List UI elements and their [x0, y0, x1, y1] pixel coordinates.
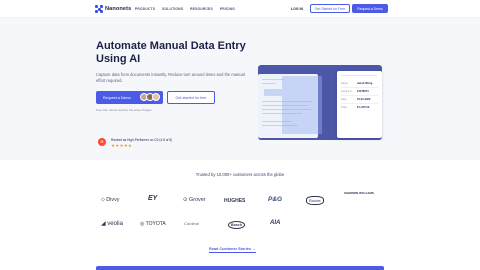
nav-links: PRODUCTS SOLUTIONS RESOURCES PRICING: [135, 7, 235, 11]
ey-logo: EY: [148, 195, 158, 202]
nav-link-pricing[interactable]: PRICING: [220, 7, 235, 11]
field-key: Total: [341, 106, 347, 109]
hero-title: Automate Manual Data Entry Using AI: [96, 40, 246, 65]
g2-badge-icon: G: [98, 138, 106, 146]
brand-logo[interactable]: Nanonets: [95, 5, 131, 13]
g2-rank-text: Ranked as High-Performer on G2 (4.8 of 5…: [111, 138, 173, 142]
g2-badge-letter: G: [100, 140, 104, 144]
divvy-logo: ⬦ Divvy: [101, 197, 120, 203]
hero-section: Automate Manual Data Entry Using AI Capt…: [0, 18, 480, 160]
nav-link-resources[interactable]: RESOURCES: [190, 7, 213, 11]
field-key: Invoice #: [341, 90, 352, 93]
avatar: [152, 93, 160, 101]
cardinal-logo: Cardinal: [184, 221, 199, 226]
hero-request-demo-label: Request a Demo: [103, 95, 131, 100]
grover-logo: ⊙ Grover: [183, 197, 206, 203]
nav-request-demo-button[interactable]: Request a Demo: [352, 4, 388, 13]
field-key: Date: [341, 98, 347, 101]
roche-logo: Roche: [306, 196, 324, 205]
nav-get-started-button[interactable]: Get Started for Free: [310, 4, 350, 13]
nav-link-solutions[interactable]: SOLUTIONS: [162, 7, 183, 11]
top-navbar: Nanonets PRODUCTS SOLUTIONS RESOURCES PR…: [0, 0, 480, 18]
nanonets-logo-icon: [95, 5, 103, 13]
scan-overlay: [282, 76, 322, 134]
field-value: Jacob Wong: [357, 82, 373, 85]
veolia-logo: ◢ veolia: [101, 221, 123, 227]
rating-stars-icon: ★★★★★: [111, 143, 133, 148]
field-value: 12478974: [357, 90, 369, 93]
field-value: 01-01-2020: [357, 98, 371, 101]
bosch-logo: Bosch: [228, 221, 245, 229]
toyota-logo: ◎ TOYOTA: [140, 221, 166, 227]
hughes-logo: HUGHES: [224, 198, 246, 204]
pg-logo: P&G: [268, 196, 283, 203]
trusted-heading: Trusted by 10,000+ customers across the …: [195, 172, 285, 177]
hero-subtitle: Capture data from documents instantly. R…: [96, 72, 245, 83]
field-key: Name: [341, 82, 348, 85]
hero-get-started-button[interactable]: Get started for free: [167, 91, 215, 104]
free-trial-note: Free trial. Cancel anytime. No setup cha…: [96, 108, 153, 112]
hero-request-demo-button[interactable]: Request a Demo: [96, 91, 163, 104]
sherwin-williams-logo: SHERWIN WILLIAMS: [344, 191, 374, 195]
field-value: $ 1,245.00: [357, 106, 370, 109]
next-section-band: [96, 266, 384, 270]
brand-name: Nanonets: [105, 6, 132, 12]
aia-logo: AIA: [270, 220, 281, 226]
login-link[interactable]: LOG IN: [291, 7, 303, 11]
sales-team-avatars: [140, 93, 160, 101]
read-customer-stories-link[interactable]: Read Customer Stories →: [209, 247, 256, 252]
extracted-data-card: Name Jacob Wong Invoice # 12478974 Date …: [337, 71, 382, 138]
nav-link-products[interactable]: PRODUCTS: [135, 7, 155, 11]
